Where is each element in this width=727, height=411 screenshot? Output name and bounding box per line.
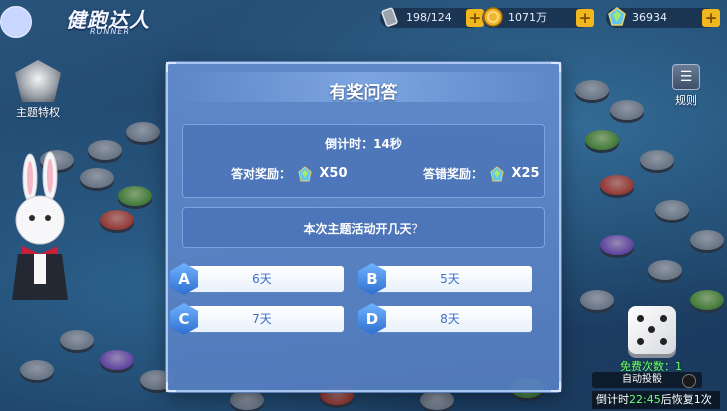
gem-icon	[490, 165, 504, 181]
coin-counter: 1071万 +	[482, 7, 594, 28]
battery-icon	[381, 7, 398, 27]
game-logo-subtitle: RUNNER	[90, 27, 130, 36]
theme-privilege-button[interactable]: 主题特权	[12, 60, 64, 120]
dialog-corner	[551, 382, 561, 392]
option-a-text: 6天	[252, 272, 272, 286]
option-b-text: 5天	[440, 272, 460, 286]
option-d-text: 8天	[440, 312, 460, 326]
coin-icon	[483, 7, 503, 27]
option-c-button[interactable]: C 7天	[170, 303, 344, 335]
rule-label: 规则	[675, 94, 697, 107]
gem-icon	[298, 165, 312, 181]
correct-reward-label: 答对奖励：	[231, 167, 292, 181]
dice-button[interactable]	[628, 306, 676, 354]
theme-privilege-label: 主题特权	[16, 106, 60, 119]
dialog-corner	[551, 62, 561, 72]
option-d-button[interactable]: D 8天	[358, 303, 532, 335]
option-c-text: 7天	[252, 312, 272, 326]
question-panel: 本次主题活动开几天？	[182, 207, 545, 248]
wrong-reward: 答错奖励： X25	[423, 165, 540, 182]
recovery-countdown: 倒计时22:45后恢复1次	[592, 391, 720, 409]
energy-counter: 198/124 +	[380, 7, 484, 28]
question-mark: ？	[411, 222, 424, 236]
dialog-title: 有奖问答	[329, 83, 398, 103]
countdown-time: 22:45	[629, 393, 661, 406]
dialog-corner	[166, 62, 176, 72]
theme-emblem-icon	[15, 60, 61, 102]
toggle-switch[interactable]	[682, 374, 696, 388]
dialog-corner	[166, 382, 176, 392]
quiz-countdown: 倒计时：14秒	[325, 137, 402, 151]
gem-value: 36934	[632, 11, 667, 24]
energy-value: 198/124	[406, 11, 452, 24]
auto-roll-toggle[interactable]: 自动投骰	[592, 372, 702, 388]
wrong-reward-amount: X25	[511, 166, 540, 181]
gem-icon	[608, 7, 626, 26]
avatar[interactable]	[0, 6, 32, 38]
rabbit-character-icon	[12, 151, 68, 300]
countdown-suffix: 后恢复1次	[660, 393, 712, 406]
auto-roll-label: 自动投骰	[622, 374, 662, 385]
question-text: 本次主题活动开几天？	[183, 220, 544, 237]
reward-info-panel: 倒计时：14秒 答对奖励： X50 答错奖励： X25	[182, 124, 545, 198]
coin-value: 1071万	[508, 11, 547, 24]
add-coin-button[interactable]: +	[576, 9, 594, 27]
wrong-reward-label: 答错奖励：	[423, 167, 484, 181]
countdown-prefix: 倒计时	[596, 393, 629, 406]
rule-book-icon: ☰	[672, 64, 700, 90]
gem-counter: 36934 +	[606, 7, 720, 28]
question-body: 本次主题活动开几天	[303, 222, 412, 236]
top-hud: 健跑达人 RUNNER 198/124 + 1071万 + 36934 +	[0, 0, 727, 38]
rule-button[interactable]: ☰ 规则	[666, 64, 706, 108]
quiz-dialog: 有奖问答 倒计时：14秒 答对奖励： X50 答错奖励： X25 本次主题活动开…	[166, 62, 561, 392]
add-gem-button[interactable]: +	[702, 9, 720, 27]
option-a-button[interactable]: A 6天	[170, 263, 344, 295]
correct-reward-amount: X50	[319, 166, 348, 181]
correct-reward: 答对奖励： X50	[231, 165, 348, 182]
option-b-button[interactable]: B 5天	[358, 263, 532, 295]
